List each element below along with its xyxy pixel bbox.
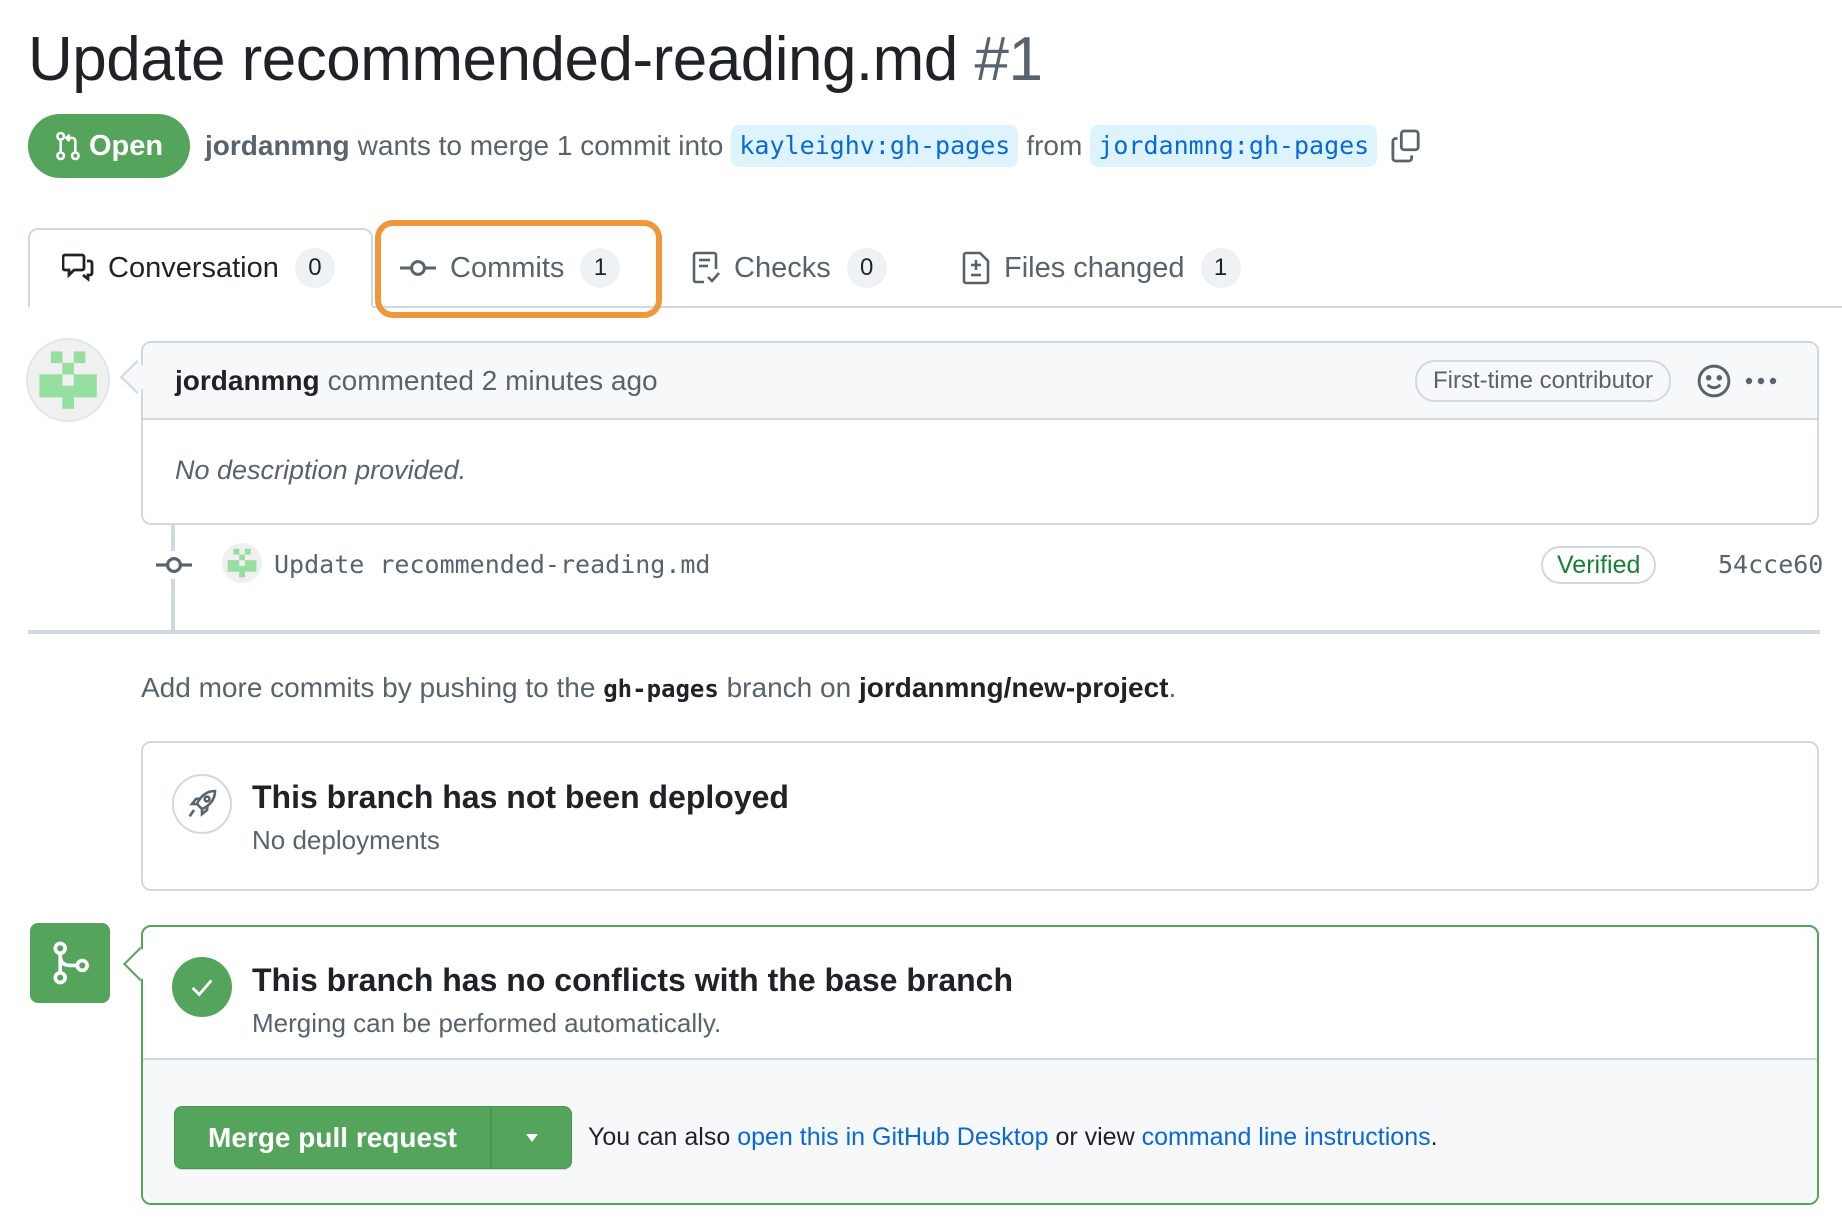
commit-author-avatar[interactable] xyxy=(222,543,262,583)
copy-icon[interactable] xyxy=(1391,129,1421,163)
hint-middle: or view xyxy=(1055,1123,1135,1151)
merge-status-title: This branch has no conflicts with the ba… xyxy=(252,962,1014,998)
base-branch-label[interactable]: kayleighv:gh-pages xyxy=(731,125,1019,167)
push-hint-prefix: Add more commits by pushing to the xyxy=(141,672,596,703)
merge-description: wants to merge 1 commit into xyxy=(357,130,724,161)
comment-box: jordanmng commented 2 minutes ago First-… xyxy=(141,341,1819,525)
identicon-cell xyxy=(62,385,74,398)
identicon-cell xyxy=(244,560,251,566)
merge-method-dropdown[interactable] xyxy=(492,1107,571,1168)
identicon xyxy=(39,351,97,409)
rocket-icon-container xyxy=(172,774,232,834)
pr-title-text: Update recommended-reading.md xyxy=(28,25,958,94)
commit-sha-link[interactable]: 54cce60 xyxy=(1718,546,1823,584)
deploy-subtitle: No deployments xyxy=(252,825,440,855)
git-pull-request-icon xyxy=(56,131,80,161)
identicon-cell xyxy=(250,565,257,572)
identicon-cell xyxy=(227,560,234,566)
tab-label: Files changed xyxy=(1004,251,1185,284)
identicon-cell xyxy=(233,560,240,566)
triangle-down-icon xyxy=(525,1133,538,1142)
command-line-instructions-link[interactable]: command line instructions xyxy=(1142,1123,1431,1151)
git-commit-icon xyxy=(156,551,192,579)
push-hint-repo: jordanmng/new-project xyxy=(858,672,1169,703)
hint-suffix: . xyxy=(1430,1123,1438,1151)
merge-alternatives-hint: You can also open this in GitHub Desktop… xyxy=(588,1117,1438,1157)
timeline-divider xyxy=(28,630,1820,634)
pr-title: Update recommended-reading.md #1 xyxy=(28,22,1043,98)
identicon-cell xyxy=(239,571,245,578)
rocket-icon xyxy=(188,789,217,818)
push-hint-branch: gh-pages xyxy=(603,675,719,703)
comment-author-link[interactable]: jordanmng xyxy=(175,365,320,397)
identicon-cell xyxy=(62,362,74,375)
from-text: from xyxy=(1026,130,1083,161)
open-in-desktop-link[interactable]: open this in GitHub Desktop xyxy=(737,1123,1048,1151)
tab-count: 1 xyxy=(1200,248,1241,288)
pr-number: #1 xyxy=(974,25,1043,94)
tab-commits[interactable]: Commits 1 xyxy=(400,228,621,308)
first-time-contributor-badge: First-time contributor xyxy=(1414,360,1671,402)
commit-message-link[interactable]: Update recommended-reading.md xyxy=(274,546,711,584)
merge-button-group: Merge pull request xyxy=(174,1106,572,1169)
identicon xyxy=(227,548,257,578)
identicon-cell xyxy=(85,374,97,386)
author-avatar[interactable] xyxy=(26,338,110,422)
merge-status-icon xyxy=(30,923,110,1003)
push-hint-suffix: . xyxy=(1168,672,1177,703)
check-icon xyxy=(191,979,213,997)
verified-badge[interactable]: Verified xyxy=(1541,546,1657,584)
checklist-icon xyxy=(692,251,720,284)
pr-state-label: Open xyxy=(88,129,164,162)
smiley-icon[interactable] xyxy=(1697,364,1731,398)
identicon-cell xyxy=(85,385,97,398)
merge-pull-request-button[interactable]: Merge pull request xyxy=(175,1107,492,1168)
identicon-cell xyxy=(250,560,257,566)
identicon-cell xyxy=(62,397,74,409)
check-circle xyxy=(172,957,232,1017)
comment-meta: jordanmng commented 2 minutes ago xyxy=(175,343,658,418)
merge-status-subtitle: Merging can be performed automatically. xyxy=(252,1008,722,1038)
identicon-cell xyxy=(233,565,240,572)
identicon-cell xyxy=(233,548,240,555)
identicon-cell xyxy=(39,385,52,398)
comment-timestamp: commented 2 minutes ago xyxy=(327,364,658,396)
identicon-cell xyxy=(73,374,86,386)
tab-count: 0 xyxy=(294,248,335,288)
tab-count: 1 xyxy=(580,248,621,288)
push-hint-middle: branch on xyxy=(726,672,852,703)
head-branch-label[interactable]: jordanmng:gh-pages xyxy=(1090,125,1378,167)
git-merge-icon xyxy=(53,941,89,985)
deploy-title: This branch has not been deployed xyxy=(252,779,789,815)
pr-author-link[interactable]: jordanmng xyxy=(205,130,350,162)
tab-count: 0 xyxy=(846,248,887,288)
identicon-cell xyxy=(73,351,86,364)
comment-body: No description provided. xyxy=(175,455,467,485)
kebab-horizontal-icon[interactable] xyxy=(1743,369,1779,393)
identicon-cell xyxy=(50,385,63,398)
git-commit-icon xyxy=(400,260,436,276)
hint-prefix: You can also xyxy=(588,1123,731,1151)
identicon-cell xyxy=(227,565,234,572)
tab-label: Conversation xyxy=(108,251,279,284)
identicon-cell xyxy=(239,565,245,572)
push-hint: Add more commits by pushing to the gh-pa… xyxy=(141,668,1176,709)
pr-state-badge: Open xyxy=(28,114,190,178)
tab-checks[interactable]: Checks 0 xyxy=(692,228,887,308)
pr-meta-line: jordanmng wants to merge 1 commit into k… xyxy=(205,124,1421,168)
tab-label: Checks xyxy=(734,251,831,284)
comment-discussion-icon xyxy=(62,253,94,282)
tab-label: Commits xyxy=(450,251,565,284)
identicon-cell xyxy=(50,374,63,386)
comment-header: jordanmng commented 2 minutes ago First-… xyxy=(143,343,1817,420)
identicon-cell xyxy=(39,374,52,386)
identicon-cell xyxy=(244,548,251,555)
identicon-cell xyxy=(244,565,251,572)
identicon-cell xyxy=(239,554,245,561)
tab-files-changed[interactable]: Files changed 1 xyxy=(962,228,1241,308)
file-diff-icon xyxy=(962,251,990,285)
identicon-cell xyxy=(50,351,63,364)
identicon-cell xyxy=(73,385,86,398)
tab-conversation[interactable]: Conversation 0 xyxy=(28,228,373,308)
